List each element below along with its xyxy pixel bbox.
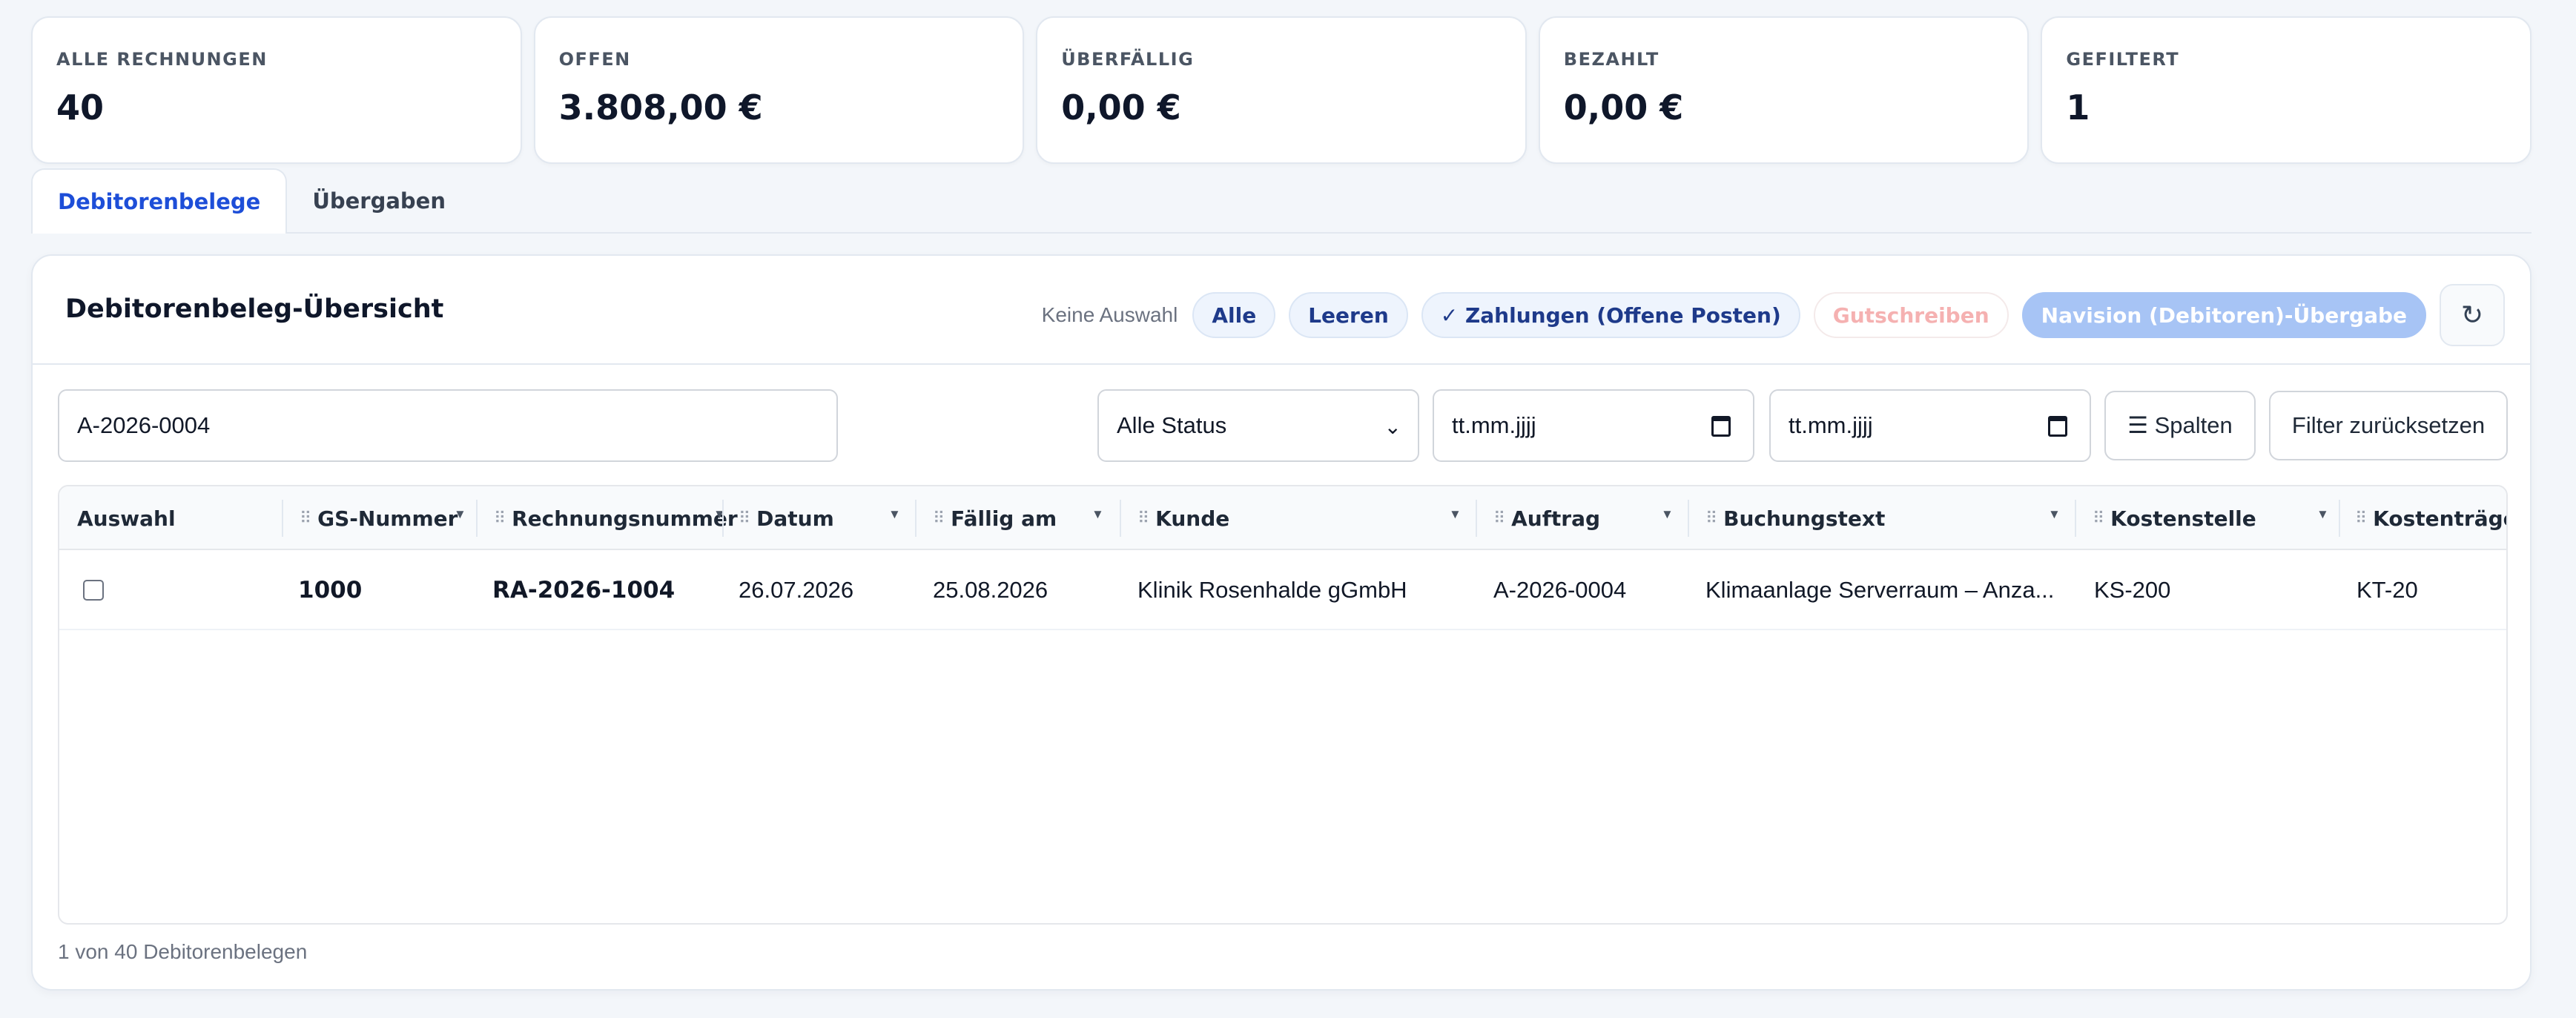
- column-divider[interactable]: [2075, 500, 2076, 537]
- table-row[interactable]: 1000 RA-2026-1004 26.07.2026 25.08.2026 …: [59, 550, 2506, 630]
- status-select-value: Alle Status: [1117, 412, 1227, 438]
- drag-handle-icon[interactable]: ⠿: [1493, 509, 1505, 528]
- column-header-customer[interactable]: ⠿ Kunde: [1137, 486, 1229, 550]
- filter-bar: A-2026-0004 Alle Status ⌄ tt.mm.jjjj tt.…: [33, 389, 2530, 462]
- bulk-actions: Keine Auswahl Alle Leeren ✓ Zahlungen (O…: [1042, 284, 2505, 346]
- stat-card-all-invoices: ALLE RECHNUNGEN 40: [31, 16, 522, 164]
- column-header-due-date[interactable]: ⠿ Fällig am: [933, 486, 1057, 550]
- select-all-button[interactable]: Alle: [1192, 292, 1276, 338]
- sort-caret-icon[interactable]: ▼: [1092, 507, 1104, 522]
- cell-gs-number: 1000: [298, 577, 363, 604]
- column-divider[interactable]: [282, 500, 283, 537]
- drag-handle-icon[interactable]: ⠿: [300, 509, 311, 528]
- tab-uebergaben[interactable]: Übergaben: [287, 168, 471, 234]
- stat-label: ALLE RECHNUNGEN: [56, 49, 268, 70]
- drag-handle-icon[interactable]: ⠿: [2093, 509, 2104, 528]
- stat-label: GEFILTERT: [2066, 49, 2180, 70]
- stat-value: 1: [2066, 87, 2090, 128]
- summary-stats: ALLE RECHNUNGEN 40 OFFEN 3.808,00 € ÜBER…: [31, 16, 2532, 164]
- stat-card-open: OFFEN 3.808,00 €: [533, 16, 1025, 164]
- sort-caret-icon[interactable]: ▼: [1449, 507, 1462, 522]
- column-divider[interactable]: [1476, 500, 1477, 537]
- payments-open-items-button[interactable]: ✓ Zahlungen (Offene Posten): [1421, 292, 1800, 338]
- date-to-input[interactable]: tt.mm.jjjj: [1769, 389, 2091, 462]
- drag-handle-icon[interactable]: ⠿: [2355, 509, 2367, 528]
- tab-bar: Debitorenbelege Übergaben: [31, 168, 2532, 234]
- stat-value: 0,00 €: [1061, 87, 1181, 128]
- column-header-invoice-number[interactable]: ⠿ Rechnungsnummer: [494, 486, 738, 550]
- column-header-booking-text[interactable]: ⠿ Buchungstext: [1705, 486, 1885, 550]
- column-header-order[interactable]: ⠿ Auftrag: [1493, 486, 1600, 550]
- sort-caret-icon[interactable]: ▼: [713, 507, 726, 522]
- row-select-checkbox[interactable]: [83, 580, 104, 601]
- calendar-icon[interactable]: [2048, 416, 2067, 437]
- reset-filters-button[interactable]: Filter zurücksetzen: [2269, 391, 2508, 460]
- result-count: 1 von 40 Debitorenbelegen: [58, 940, 308, 963]
- stat-value: 40: [56, 87, 105, 128]
- invoice-table: Auswahl ⠿ GS-Nummer ▼ ⠿ Rechnungsnummer ▼ …: [58, 485, 2508, 925]
- cell-booking-text: Klimaanlage Serverraum – Anza...: [1705, 577, 2055, 603]
- stat-value: 3.808,00 €: [558, 87, 763, 128]
- drag-handle-icon[interactable]: ⠿: [933, 509, 945, 528]
- date-from-input[interactable]: tt.mm.jjjj: [1433, 389, 1754, 462]
- card-title: Debitorenbeleg-Übersicht: [65, 294, 444, 324]
- column-header-gs-number[interactable]: ⠿ GS-Nummer: [300, 486, 458, 550]
- navision-transfer-button[interactable]: Navision (Debitoren)-Übergabe: [2021, 292, 2426, 338]
- drag-handle-icon[interactable]: ⠿: [739, 509, 750, 528]
- stat-value: 0,00 €: [1563, 87, 1684, 128]
- card-header: Debitorenbeleg-Übersicht Keine Auswahl A…: [33, 256, 2530, 365]
- sort-caret-icon[interactable]: ▼: [1661, 507, 1674, 522]
- refresh-icon: ↻: [2460, 300, 2484, 330]
- column-divider[interactable]: [1688, 500, 1689, 537]
- refresh-button[interactable]: ↻: [2440, 284, 2505, 346]
- columns-button[interactable]: ☰ Spalten: [2104, 391, 2256, 460]
- invoice-overview-card: Debitorenbeleg-Übersicht Keine Auswahl A…: [31, 254, 2532, 991]
- table-header: Auswahl ⠿ GS-Nummer ▼ ⠿ Rechnungsnummer ▼ …: [59, 486, 2506, 550]
- sort-caret-icon[interactable]: ▼: [2316, 507, 2329, 522]
- cell-invoice-number: RA-2026-1004: [492, 577, 676, 604]
- column-header-select[interactable]: Auswahl: [77, 486, 176, 550]
- column-header-date[interactable]: ⠿ Datum: [739, 486, 834, 550]
- date-from-placeholder: tt.mm.jjjj: [1452, 412, 1536, 438]
- cell-order: A-2026-0004: [1493, 577, 1627, 603]
- cell-cost-center: KS-200: [2094, 577, 2171, 603]
- column-divider[interactable]: [476, 500, 478, 537]
- sort-caret-icon[interactable]: ▼: [454, 507, 466, 522]
- sort-caret-icon[interactable]: ▼: [2048, 507, 2061, 522]
- stat-label: OFFEN: [558, 49, 631, 70]
- selection-status: Keine Auswahl: [1041, 303, 1178, 326]
- search-input-value: A-2026-0004: [77, 412, 211, 438]
- tab-debitorenbelege[interactable]: Debitorenbelege: [31, 168, 288, 234]
- column-divider[interactable]: [722, 500, 724, 537]
- search-input[interactable]: A-2026-0004: [58, 389, 838, 462]
- sort-caret-icon[interactable]: ▼: [888, 507, 901, 522]
- column-header-cost-center[interactable]: ⠿ Kostenstelle: [2093, 486, 2256, 550]
- cell-date: 26.07.2026: [739, 577, 854, 603]
- stat-card-paid: BEZAHLT 0,00 €: [1538, 16, 2030, 164]
- column-header-cost-unit[interactable]: ⠿Kostenträger: [2355, 486, 2506, 550]
- column-divider[interactable]: [915, 500, 917, 537]
- drag-handle-icon[interactable]: ⠿: [494, 509, 506, 528]
- credit-note-button[interactable]: Gutschreiben: [1813, 292, 2009, 338]
- cell-due-date: 25.08.2026: [933, 577, 1048, 603]
- calendar-icon[interactable]: [1711, 416, 1731, 437]
- date-to-placeholder: tt.mm.jjjj: [1789, 412, 1873, 438]
- drag-handle-icon[interactable]: ⠿: [1705, 509, 1717, 528]
- column-divider[interactable]: [1120, 500, 1121, 537]
- cell-customer: Klinik Rosenhalde gGmbH: [1137, 577, 1407, 603]
- stat-label: ÜBERFÄLLIG: [1061, 49, 1195, 70]
- drag-handle-icon[interactable]: ⠿: [1137, 509, 1149, 528]
- column-divider[interactable]: [2339, 500, 2340, 537]
- cell-cost-unit: KT-20: [2357, 577, 2418, 603]
- status-select[interactable]: Alle Status ⌄: [1097, 389, 1419, 462]
- stat-card-filtered: GEFILTERT 1: [2041, 16, 2532, 164]
- stat-label: BEZAHLT: [1563, 49, 1659, 70]
- clear-selection-button[interactable]: Leeren: [1289, 292, 1408, 338]
- chevron-down-icon: ⌄: [1384, 415, 1401, 438]
- stat-card-overdue: ÜBERFÄLLIG 0,00 €: [1036, 16, 1527, 164]
